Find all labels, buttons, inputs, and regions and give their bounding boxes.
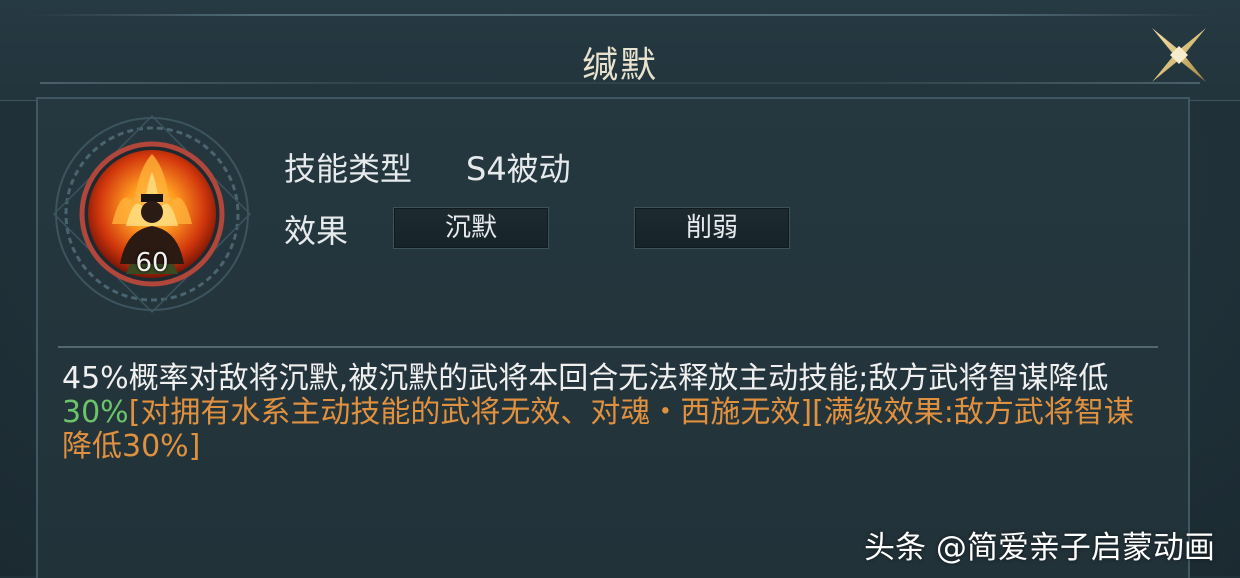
meditating-figure-fire-icon: [52, 114, 252, 314]
dialog-title: 缄默: [581, 45, 658, 86]
close-button[interactable]: [1148, 24, 1210, 86]
title-bar-ornament-top: [28, 14, 1212, 16]
description-value: 30%: [62, 395, 129, 430]
description-note: [对拥有水系主动技能的武将无效、对魂・西施无效][满级效果:敌方武将智谋降低30…: [62, 395, 1134, 464]
skill-level: 60: [135, 248, 169, 278]
effect-tag-weaken[interactable]: 削弱: [634, 207, 790, 249]
description-main: 45%概率对敌将沉默,被沉默的武将本回合无法释放主动技能;敌方武将智谋降低: [62, 361, 1109, 396]
skill-icon: [52, 114, 252, 314]
skill-description: 45%概率对敌将沉默,被沉默的武将本回合无法释放主动技能;敌方武将智谋降低30%…: [62, 362, 1162, 464]
close-x-icon: [1152, 28, 1206, 82]
skill-type-label: 技能类型: [284, 150, 413, 188]
skill-type-value: S4被动: [466, 150, 571, 188]
divider: [58, 346, 1158, 348]
effect-label: 效果: [284, 212, 349, 250]
watermark: 头条 @简爱亲子启蒙动画: [864, 530, 1215, 566]
effect-tag-silence[interactable]: 沉默: [393, 207, 549, 249]
